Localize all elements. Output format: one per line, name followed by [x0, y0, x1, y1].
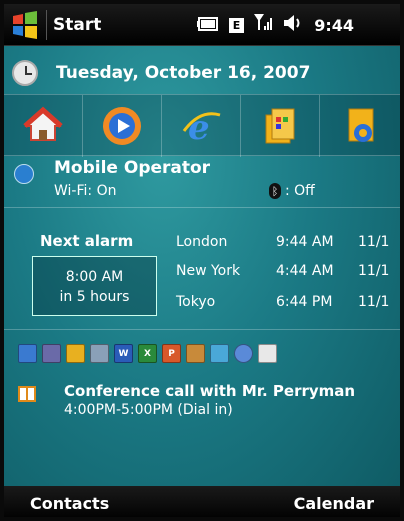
volume-icon[interactable]: [284, 14, 304, 36]
file-explorer-icon[interactable]: [241, 95, 320, 157]
bluetooth-icon: ᛒ: [269, 183, 281, 199]
signal-strength-icon[interactable]: [254, 14, 274, 36]
contacts-icon[interactable]: [18, 344, 37, 363]
bluetooth-status-label: : Off: [285, 183, 315, 199]
appointment-item[interactable]: Conference call with Mr. Perryman 4:00PM…: [4, 380, 400, 426]
today-date: Tuesday, October 16, 2007: [56, 63, 311, 83]
city-time: 4:44 AM: [276, 263, 334, 279]
alarm-and-world-clock[interactable]: Next alarm 8:00 AM in 5 hours London 9:4…: [4, 208, 400, 330]
pictures-icon[interactable]: [186, 344, 205, 363]
date-row[interactable]: Tuesday, October 16, 2007: [4, 56, 400, 90]
bluetooth-status: ᛒ : Off: [269, 183, 315, 199]
calculator-icon[interactable]: [90, 344, 109, 363]
city-name: London: [176, 234, 228, 250]
games-icon[interactable]: [210, 344, 229, 363]
calendar-app-icon[interactable]: [42, 344, 61, 363]
word-mobile-icon[interactable]: W: [114, 344, 133, 363]
next-alarm-box[interactable]: 8:00 AM in 5 hours: [32, 256, 157, 316]
wifi-status: Wi-Fi: On: [54, 183, 117, 199]
alarm-remaining: in 5 hours: [59, 289, 130, 305]
home-icon[interactable]: [4, 95, 83, 157]
soft-key-bar: Contacts Calendar: [4, 486, 400, 517]
notes-icon[interactable]: [258, 344, 277, 363]
today-screen: Start E 9:44 Tuesday, October 16, 2007 e: [0, 0, 404, 521]
city-time: 6:44 PM: [276, 294, 333, 310]
operator-name: Mobile Operator: [54, 158, 211, 178]
excel-mobile-icon[interactable]: X: [138, 344, 157, 363]
edge-network-badge[interactable]: E: [228, 17, 245, 33]
clock-icon: [12, 60, 38, 86]
powerpoint-mobile-icon[interactable]: P: [162, 344, 181, 363]
battery-icon[interactable]: [196, 16, 219, 35]
start-label[interactable]: Start: [53, 15, 101, 35]
appointment-calendar-icon: [18, 386, 36, 402]
title-bar: Start E 9:44: [4, 4, 400, 46]
clock-time[interactable]: 9:44: [314, 16, 354, 35]
app-launcher: e: [4, 94, 400, 157]
windows-flag-icon[interactable]: [4, 4, 46, 46]
tasks-icon[interactable]: [66, 344, 85, 363]
city-date: 11/1: [358, 234, 390, 250]
system-tray: E 9:44: [196, 4, 354, 46]
wireless-antenna-icon: [14, 164, 34, 184]
city-name: New York: [176, 263, 241, 279]
city-date: 11/1: [358, 263, 390, 279]
operator-section[interactable]: Mobile Operator Wi-Fi: On ᛒ : Off: [4, 156, 400, 208]
city-time: 9:44 AM: [276, 234, 334, 250]
city-name: Tokyo: [176, 294, 216, 310]
appointment-subject: Conference call with Mr. Perryman: [64, 382, 356, 400]
contacts-softkey[interactable]: Contacts: [4, 494, 135, 513]
alarm-time: 8:00 AM: [65, 269, 124, 285]
city-date: 11/1: [358, 294, 390, 310]
internet-explorer-icon[interactable]: e: [162, 95, 241, 157]
clock-app-icon[interactable]: [234, 344, 253, 363]
appointment-time: 4:00PM-5:00PM (Dial in): [64, 402, 233, 418]
settings-icon[interactable]: [320, 95, 399, 157]
calendar-softkey[interactable]: Calendar: [268, 494, 400, 513]
media-player-icon[interactable]: [83, 95, 162, 157]
quick-app-strip: W X P: [18, 344, 277, 366]
next-alarm-title: Next alarm: [40, 232, 134, 250]
